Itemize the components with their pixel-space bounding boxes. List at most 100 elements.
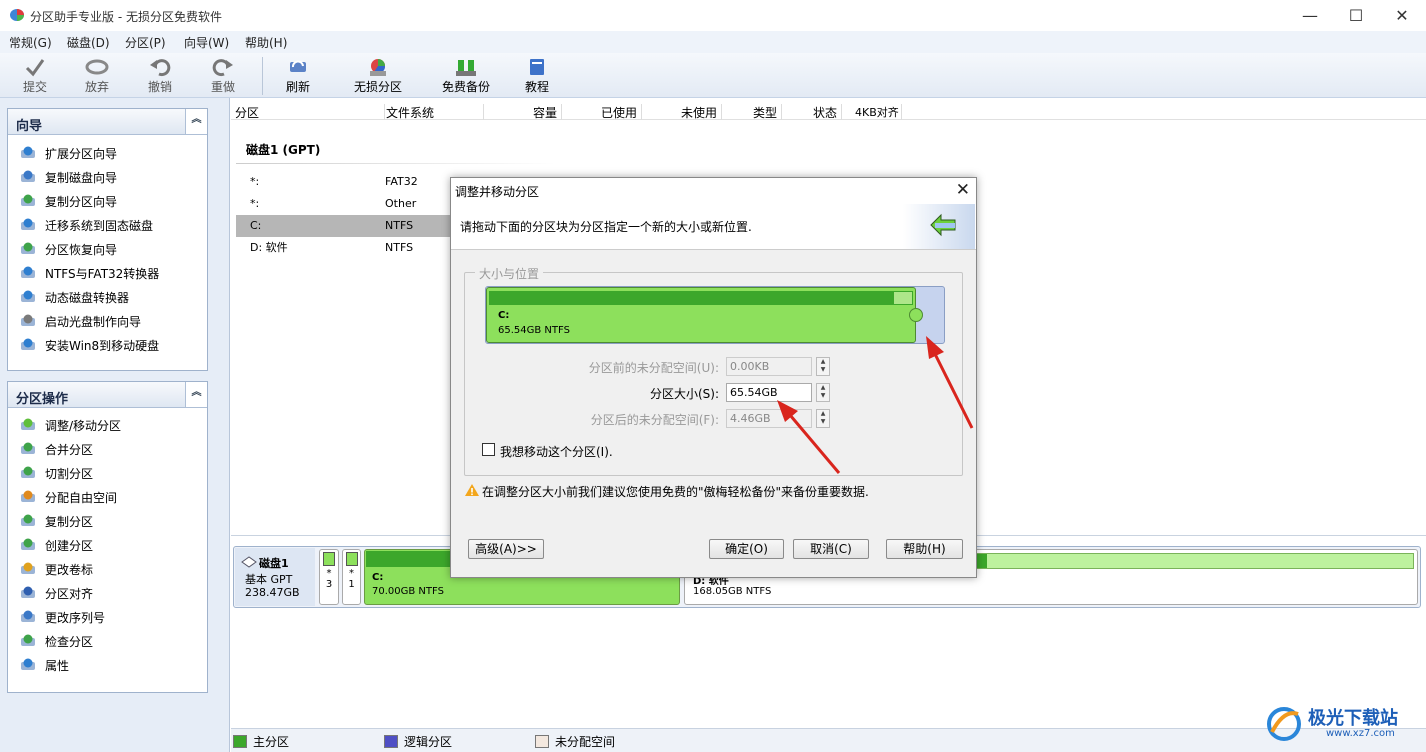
wizard-item[interactable]: 分区恢复向导 xyxy=(8,237,207,261)
menu-partition[interactable]: 分区(P) xyxy=(125,34,166,51)
tutorial-button[interactable]: 教程 xyxy=(514,55,560,95)
maximize-button[interactable]: ☐ xyxy=(1333,0,1379,31)
table-row[interactable]: *: FAT32 xyxy=(236,171,456,193)
ops-item-label: 合并分区 xyxy=(45,442,94,457)
col-type[interactable]: 类型 xyxy=(722,104,782,120)
wizard-item-icon xyxy=(21,242,35,254)
watermark-text: 极光下载站 xyxy=(1308,708,1398,729)
help-button[interactable]: 帮助(H) xyxy=(886,539,963,559)
ops-item[interactable]: 合并分区 xyxy=(8,437,207,461)
resize-handle[interactable] xyxy=(909,308,923,322)
ops-list: 调整/移动分区合并分区切割分区分配自由空间复制分区 创建分区 更改卷标分区对齐更改序… xyxy=(8,408,207,677)
after-unalloc-input[interactable]: 4.46GB xyxy=(726,409,812,428)
legend-bar: 主分区 逻辑分区 未分配空间 xyxy=(231,728,1426,752)
ops-item[interactable]: 更改序列号 xyxy=(8,605,207,629)
wizard-item[interactable]: NTFS与FAT32转换器 xyxy=(8,261,207,285)
table-row[interactable]: *: Other xyxy=(236,193,456,215)
col-4k-align[interactable]: 4KB对齐 xyxy=(844,104,902,120)
minimize-button[interactable]: — xyxy=(1287,0,1333,31)
partition-size-label: 分区大小(S): xyxy=(649,387,719,401)
wizard-panel-title: 向导 xyxy=(16,119,43,134)
free-backup-button[interactable]: 免费备份 xyxy=(436,55,496,95)
col-used[interactable]: 已使用 xyxy=(562,104,642,120)
watermark-url: www.xz7.com xyxy=(1326,728,1395,739)
col-free[interactable]: 未使用 xyxy=(642,104,722,120)
col-filesystem[interactable]: 文件系统 xyxy=(386,104,484,120)
small-partition-1[interactable]: * 1 xyxy=(342,549,361,605)
col-status[interactable]: 状态 xyxy=(782,104,842,120)
wizard-item-icon xyxy=(21,314,35,326)
before-unalloc-spinner[interactable]: ▲ ▼ xyxy=(816,357,830,376)
ops-item-icon xyxy=(21,490,35,502)
ops-item[interactable]: 分配自由空间 xyxy=(8,485,207,509)
wizard-item[interactable]: 迁移系统到固态磁盘 xyxy=(8,213,207,237)
advanced-button[interactable]: 高级(A)>> xyxy=(468,539,544,559)
close-button[interactable]: ✕ xyxy=(1379,0,1425,31)
ops-item-label: 分配自由空间 xyxy=(45,490,118,505)
partition-usage-bar xyxy=(323,552,335,566)
legend-unalloc: 未分配空间 xyxy=(535,733,615,750)
discard-button[interactable]: 放弃 xyxy=(74,55,120,95)
small-partition-3[interactable]: * 3 xyxy=(319,549,339,605)
ops-item[interactable]: 创建分区 xyxy=(8,533,207,557)
wizard-item[interactable]: 扩展分区向导 xyxy=(8,141,207,165)
lossless-partition-button[interactable]: 无损分区 xyxy=(348,55,408,95)
menu-general[interactable]: 常规(G) xyxy=(9,34,52,51)
dialog-close-button[interactable]: ✕ xyxy=(956,180,970,200)
dialog-header: 请拖动下面的分区块为分区指定一个新的大小或新位置. xyxy=(451,203,976,250)
left-panel: 向导 ︽ 扩展分区向导 复制磁盘向导 复制分区向导 迁移系统到固态磁盘 分区恢复向导 NT… xyxy=(0,98,230,752)
disk-label: 磁盘1 (GPT) xyxy=(246,143,321,157)
group-label: 大小与位置 xyxy=(475,265,544,282)
ops-item-label: 分区对齐 xyxy=(45,586,94,601)
disk-size: 238.47GB xyxy=(245,586,300,599)
disk-info-cell[interactable]: 磁盘1 基本 GPT 238.47GB xyxy=(235,548,315,606)
wizard-item[interactable]: 安装Win8到移动硬盘 xyxy=(8,333,207,357)
col-capacity[interactable]: 容量 xyxy=(484,104,562,120)
col-partition[interactable]: 分区 xyxy=(235,104,385,120)
refresh-button[interactable]: 刷新 xyxy=(275,55,321,95)
redo-button[interactable]: 重做 xyxy=(200,55,246,95)
ops-item[interactable]: 切割分区 xyxy=(8,461,207,485)
table-row-selected[interactable]: C: NTFS xyxy=(236,215,456,237)
ops-item-icon xyxy=(21,442,35,454)
ops-item[interactable]: 更改卷标 xyxy=(8,557,207,581)
partition-drag-block[interactable]: C: 65.54GB NTFS xyxy=(486,287,923,343)
undo-button[interactable]: 撤销 xyxy=(137,55,183,95)
move-partition-checkbox[interactable] xyxy=(482,443,495,456)
partition-size-spinner[interactable]: ▲ ▼ xyxy=(816,383,830,402)
menu-disk[interactable]: 磁盘(D) xyxy=(67,34,110,51)
ok-button[interactable]: 确定(O) xyxy=(709,539,784,559)
ops-item-icon xyxy=(21,562,35,574)
ops-item[interactable]: 检查分区 xyxy=(8,629,207,653)
collapse-wizard-button[interactable]: ︽ xyxy=(185,109,207,134)
slider-partition-info: 65.54GB NTFS xyxy=(498,325,570,336)
undo-label: 撤销 xyxy=(147,80,172,94)
commit-button[interactable]: 提交 xyxy=(12,55,58,95)
ops-item[interactable]: 复制分区 xyxy=(8,509,207,533)
ops-item-icon xyxy=(21,466,35,478)
undo-icon xyxy=(150,59,171,77)
wizard-item[interactable]: 启动光盘制作向导 xyxy=(8,309,207,333)
menu-help[interactable]: 帮助(H) xyxy=(245,34,287,51)
partition-size-input[interactable]: 65.54GB xyxy=(726,383,812,402)
collapse-ops-button[interactable]: ︽ xyxy=(185,382,207,407)
after-unalloc-spinner[interactable]: ▲ ▼ xyxy=(816,409,830,428)
wizard-item-icon xyxy=(21,338,35,350)
ops-item-icon xyxy=(21,634,35,646)
tutorial-label: 教程 xyxy=(524,80,549,94)
partition-ops-panel: 分区操作 ︽ 调整/移动分区 合并分区 切割分区 分配自由空间 复制分区 创建分区 更改卷标… xyxy=(7,381,208,693)
wizard-item[interactable]: 复制磁盘向导 xyxy=(8,165,207,189)
before-unalloc-input[interactable]: 0.00KB xyxy=(726,357,812,376)
discard-icon xyxy=(85,59,109,75)
ops-item[interactable]: 调整/移动分区 xyxy=(8,413,207,437)
table-row[interactable]: D: 软件 NTFS xyxy=(236,237,456,259)
disk-divider xyxy=(236,163,556,164)
wizard-item[interactable]: 动态磁盘转换器 xyxy=(8,285,207,309)
row-name: D: 软件 xyxy=(250,241,288,254)
wizard-item[interactable]: 复制分区向导 xyxy=(8,189,207,213)
row-fs: NTFS xyxy=(385,241,414,254)
menu-wizard[interactable]: 向导(W) xyxy=(184,34,229,51)
cancel-button[interactable]: 取消(C) xyxy=(793,539,869,559)
ops-item[interactable]: 属性 xyxy=(8,653,207,677)
ops-item[interactable]: 分区对齐 xyxy=(8,581,207,605)
